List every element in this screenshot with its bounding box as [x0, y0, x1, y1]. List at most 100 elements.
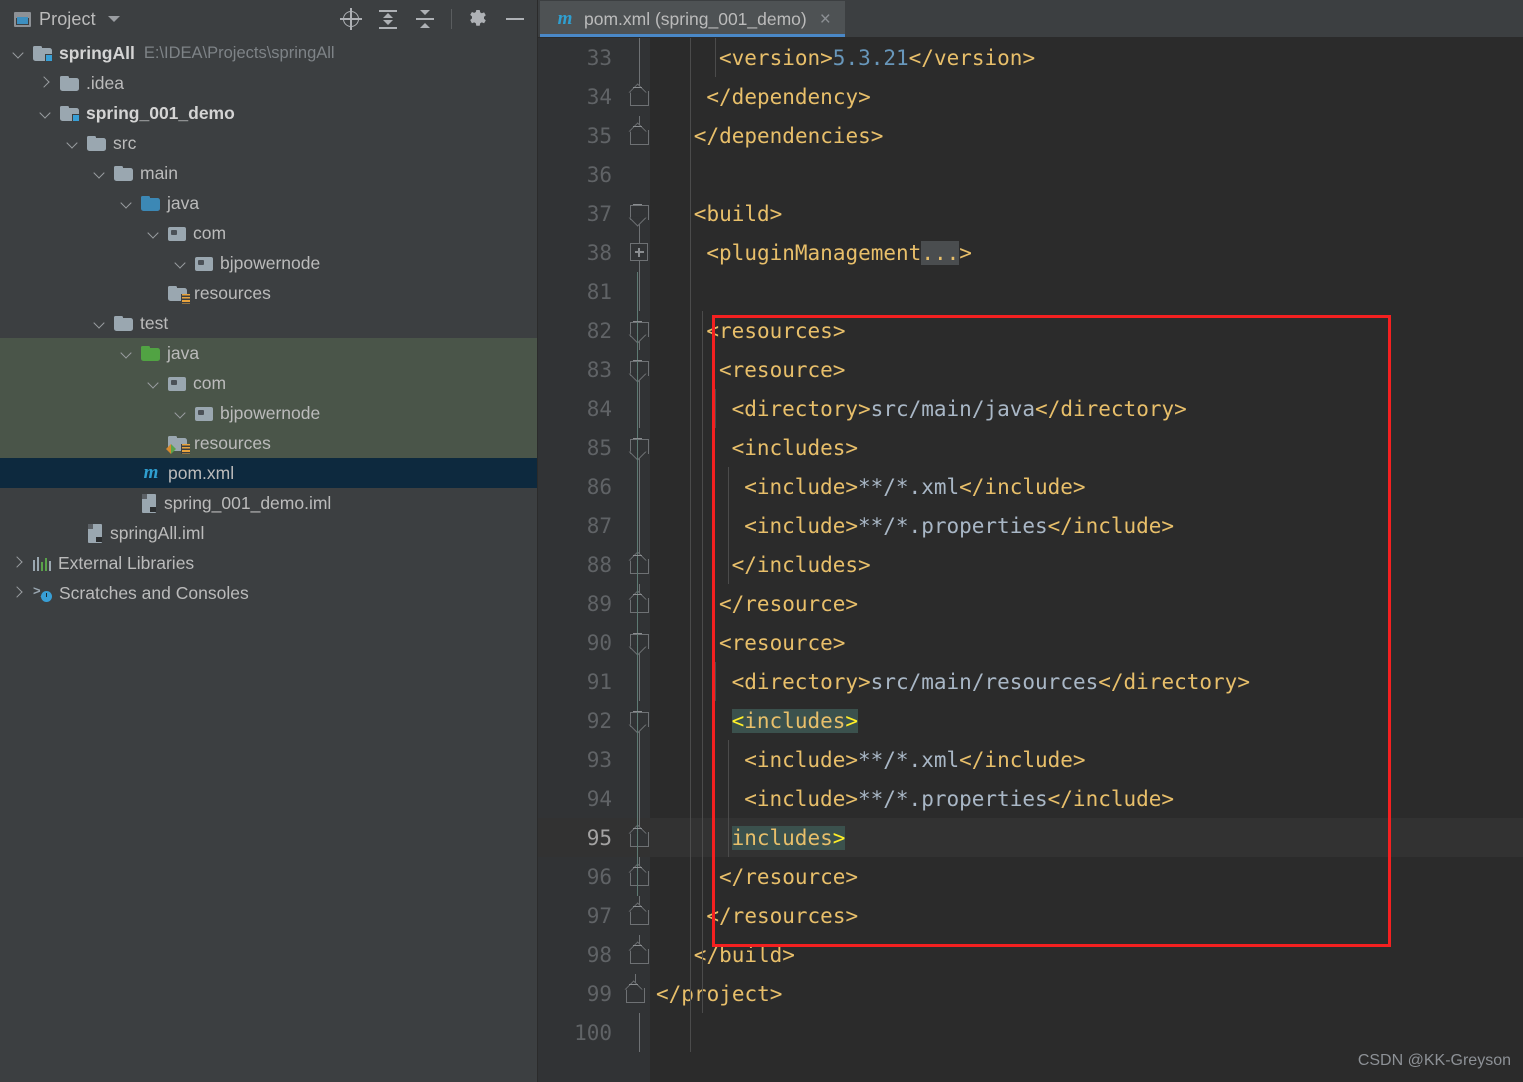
chevron-down-icon[interactable]	[174, 406, 188, 420]
tree-item-external-libraries[interactable]: External Libraries	[0, 548, 538, 578]
tree-item-pom-xml[interactable]: m pom.xml	[0, 458, 538, 488]
chevron-down-icon[interactable]	[12, 46, 26, 60]
collapse-all-icon[interactable]	[414, 8, 436, 30]
xml-tag: </resource>	[719, 864, 859, 889]
code-line[interactable]: 92 <includes>	[538, 701, 1523, 740]
fold-marker-stem	[628, 1013, 650, 1052]
code-line[interactable]: 96 </resource>	[538, 857, 1523, 896]
fold-marker-dn[interactable]	[628, 194, 650, 233]
toolbar-separator	[451, 9, 452, 29]
tree-item-java[interactable]: java	[0, 188, 538, 218]
tree-item-bjpowernode[interactable]: bjpowernode	[0, 398, 538, 428]
code-line[interactable]: 98 </build>	[538, 935, 1523, 974]
code-line[interactable]: 97 </resources>	[538, 896, 1523, 935]
code-line[interactable]: 37 <build>	[538, 194, 1523, 233]
source-folder-blue-icon	[141, 195, 160, 211]
chevron-down-icon[interactable]	[93, 166, 107, 180]
tab-pom-xml[interactable]: m pom.xml (spring_001_demo) ×	[540, 1, 845, 37]
xml-value: src/main/java	[870, 396, 1036, 421]
chevron-down-icon[interactable]	[107, 16, 120, 22]
chevron-right-icon[interactable]	[12, 586, 26, 600]
chevron-down-icon[interactable]	[147, 226, 161, 240]
tree-item-resources[interactable]: resources	[0, 278, 538, 308]
code-editor[interactable]: 33 <version> 5.3.21 </version> 34 </dependenc…	[538, 38, 1523, 1082]
chevron-down-icon[interactable]	[174, 256, 188, 270]
tree-item-label: resources	[194, 432, 271, 453]
xml-tag: <version>	[719, 45, 833, 70]
code-line[interactable]: 81	[538, 272, 1523, 311]
fold-marker-up[interactable]	[628, 584, 650, 623]
tree-item-test[interactable]: test	[0, 308, 538, 338]
code-line[interactable]: 95 includes>	[538, 818, 1523, 857]
code-line[interactable]: 84 <directory> src/main/java </directory>	[538, 389, 1523, 428]
xml-value: **/*.xml	[857, 474, 960, 499]
fold-marker-dn[interactable]	[628, 701, 650, 740]
locate-icon[interactable]	[340, 8, 362, 30]
code-line[interactable]: 90 <resource>	[538, 623, 1523, 662]
tree-item-bjpowernode[interactable]: bjpowernode	[0, 248, 538, 278]
indent-guide	[689, 272, 691, 1052]
project-tree[interactable]: springAll E:\IDEA\Projects\springAll .idea…	[0, 38, 538, 608]
tree-item-idea[interactable]: .idea	[0, 68, 538, 98]
fold-marker-up[interactable]	[628, 896, 650, 935]
code-line[interactable]: 94 <include> **/*.properties </include>	[538, 779, 1523, 818]
chevron-down-icon[interactable]	[120, 346, 134, 360]
tree-item-com[interactable]: com	[0, 218, 538, 248]
code-line[interactable]: 34 </dependency>	[538, 77, 1523, 116]
code-line[interactable]: 88 </includes>	[538, 545, 1523, 584]
tree-item-src[interactable]: src	[0, 128, 538, 158]
xml-tag: </build>	[693, 942, 795, 967]
tree-item-springall-iml[interactable]: springAll.iml	[0, 518, 538, 548]
minimize-icon[interactable]	[504, 8, 526, 30]
fold-marker-up-root[interactable]	[624, 974, 646, 1013]
code-line[interactable]: 87 <include> **/*.properties </include>	[538, 506, 1523, 545]
code-line[interactable]: 36	[538, 155, 1523, 194]
fold-marker-up[interactable]	[628, 818, 650, 857]
chevron-down-icon[interactable]	[66, 136, 80, 150]
code-line[interactable]: 99 </project>	[538, 974, 1523, 1013]
fold-marker-up[interactable]	[628, 116, 650, 155]
tree-item-springall[interactable]: springAll E:\IDEA\Projects\springAll	[0, 38, 538, 68]
fold-marker-dn[interactable]	[628, 428, 650, 467]
fold-marker-dn[interactable]	[628, 350, 650, 389]
tree-item-spring-001-demo[interactable]: spring_001_demo	[0, 98, 538, 128]
code-line[interactable]: 82 <resources>	[538, 311, 1523, 350]
tree-item-java[interactable]: java	[0, 338, 538, 368]
code-line[interactable]: 83 <resource>	[538, 350, 1523, 389]
code-line[interactable]: 33 <version> 5.3.21 </version>	[538, 38, 1523, 77]
tree-item-main[interactable]: main	[0, 158, 538, 188]
chevron-down-icon[interactable]	[120, 196, 134, 210]
fold-marker-up[interactable]	[628, 857, 650, 896]
fold-marker-up[interactable]	[628, 935, 650, 974]
tree-item-scratches-and-consoles[interactable]: >_ Scratches and Consoles	[0, 578, 538, 608]
expand-all-icon[interactable]	[377, 8, 399, 30]
fold-marker-stem	[628, 467, 650, 506]
chevron-down-icon[interactable]	[39, 106, 53, 120]
line-number: 96	[586, 864, 612, 889]
fold-marker-dn[interactable]	[628, 311, 650, 350]
chevron-down-icon[interactable]	[147, 376, 161, 390]
fold-marker-plus[interactable]	[628, 233, 650, 272]
code-line[interactable]: 100	[538, 1013, 1523, 1052]
code-line[interactable]: 85 <includes>	[538, 428, 1523, 467]
gear-icon[interactable]	[467, 8, 489, 30]
tree-item-com[interactable]: com	[0, 368, 538, 398]
close-icon[interactable]: ×	[820, 10, 831, 29]
tree-item-spring-001-demo-iml[interactable]: spring_001_demo.iml	[0, 488, 538, 518]
tree-item-resources[interactable]: resources	[0, 428, 538, 458]
xml-tag: <pluginManagement	[706, 240, 922, 265]
fold-marker-up[interactable]	[628, 545, 650, 584]
code-line[interactable]: 86 <include> **/*.xml </include>	[538, 467, 1523, 506]
code-line[interactable]: 91 <directory> src/main/resources </directo…	[538, 662, 1523, 701]
chevron-right-icon[interactable]	[39, 76, 53, 90]
chevron-down-icon[interactable]	[93, 316, 107, 330]
project-title: Project	[39, 8, 96, 29]
code-line[interactable]: 93 <include> **/*.xml </include>	[538, 740, 1523, 779]
code-line[interactable]: 89 </resource>	[538, 584, 1523, 623]
fold-marker-dn[interactable]	[628, 623, 650, 662]
chevron-right-icon[interactable]	[12, 556, 26, 570]
fold-marker-up[interactable]	[628, 77, 650, 116]
code-line[interactable]: 35 </dependencies>	[538, 116, 1523, 155]
code-line[interactable]: 38 <pluginManagement... >	[538, 233, 1523, 272]
xml-tag: <build>	[693, 201, 783, 226]
